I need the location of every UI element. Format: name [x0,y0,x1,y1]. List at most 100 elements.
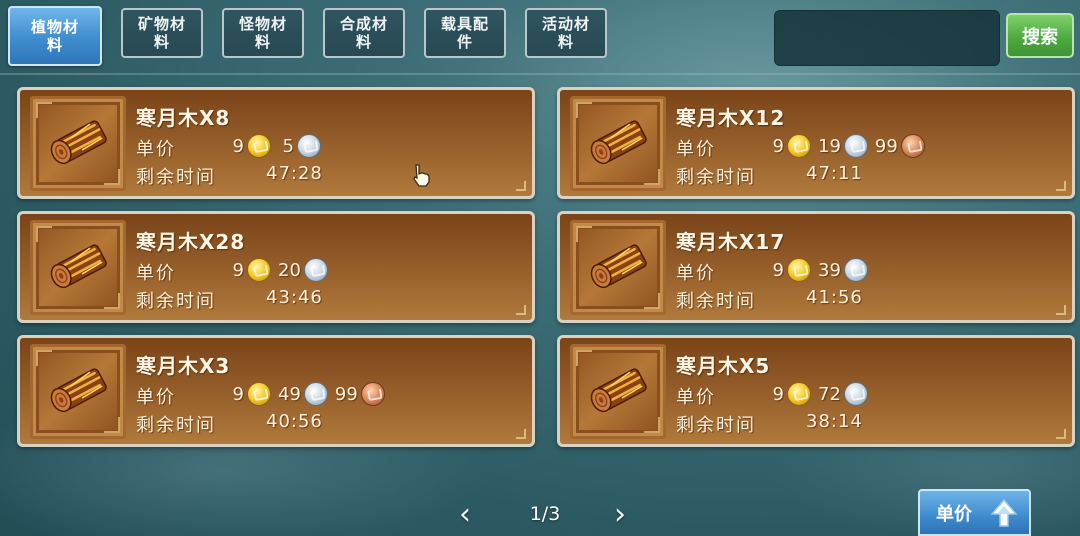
gold-coin-icon [787,382,811,406]
price-value: 9 19 99 [768,133,929,159]
gold-amount: 9 [232,135,244,157]
item-name: 寒月木X8 [136,106,231,130]
time-left-label: 剩余时间 [136,167,216,188]
gold-coin-icon [247,382,271,406]
listing-card[interactable]: 寒月木X17 单价 9 39 剩余时间 41:56 [557,211,1075,323]
item-name: 寒月木X28 [136,230,246,254]
tab-label: 料 [153,33,170,51]
hand-cursor-icon [413,164,430,187]
tab-label: 料 [254,33,271,51]
card-corner-decoration [516,429,526,439]
chevron-right-icon[interactable]: › [610,500,630,530]
price-value: 9 72 [768,381,872,407]
time-left-value: 47:28 [266,163,323,184]
copper-coin-icon [360,382,385,406]
tab-label: 活动材 [541,15,590,33]
price-value: 9 20 [228,257,332,283]
item-icon-frame [570,344,666,439]
tab-plant-materials[interactable]: 植物材料 [8,6,102,66]
time-left-label: 剩余时间 [676,167,756,188]
price-value: 9 5 [228,133,325,159]
tab-label: 植物材 [30,18,79,36]
price-value: 9 49 99 [228,381,389,407]
tab-label: 载具配 [440,15,489,33]
silver-amount: 5 [282,135,294,157]
time-left-value: 43:46 [266,287,323,308]
tab-monster-materials[interactable]: 怪物材料 [222,8,304,58]
tab-vehicle-parts[interactable]: 载具配件 [424,8,506,58]
tab-crafting-materials[interactable]: 合成材料 [323,8,405,58]
copper-coin-icon [900,134,925,158]
tab-label: 合成材 [339,15,388,33]
divider [0,73,1080,75]
item-name: 寒月木X3 [136,354,231,378]
page-indicator: 1/3 [529,503,561,525]
gold-coin-icon [247,134,271,158]
gold-amount: 9 [232,259,244,281]
item-icon-frame [570,220,666,315]
silver-amount: 19 [818,135,841,157]
search-button[interactable]: 搜索 [1006,13,1074,58]
silver-coin-icon [297,134,321,158]
item-icon-frame [30,96,126,191]
price-label: 单价 [136,139,176,160]
gold-amount: 9 [772,135,784,157]
price-label: 单价 [136,387,176,408]
time-left-label: 剩余时间 [136,415,216,436]
price-value: 9 39 [768,257,872,283]
price-label: 单价 [676,387,716,408]
silver-amount: 72 [818,383,841,405]
listing-card[interactable]: 寒月木X8 单价 9 5 剩余时间 47:28 [17,87,535,199]
card-corner-decoration [516,181,526,191]
item-name: 寒月木X12 [676,106,786,130]
card-corner-decoration [1056,429,1066,439]
time-left-label: 剩余时间 [676,415,756,436]
time-left-value: 40:56 [266,411,323,432]
time-left-label: 剩余时间 [676,291,756,312]
gold-coin-icon [247,258,271,282]
silver-coin-icon [843,134,868,158]
price-label: 单价 [676,139,716,160]
silver-amount: 20 [278,259,301,281]
copper-amount: 99 [874,135,898,157]
card-corner-decoration [1056,305,1066,315]
time-left-value: 38:14 [806,411,863,432]
listing-card[interactable]: 寒月木X3 单价 9 49 99 剩余时间 40:56 [17,335,535,447]
tab-label: 件 [456,33,473,51]
time-left-label: 剩余时间 [136,291,216,312]
search-input[interactable] [774,10,1000,66]
tab-label: 料 [355,33,372,51]
tab-event-materials[interactable]: 活动材料 [525,8,607,58]
sort-label: 单价 [936,503,972,525]
gold-amount: 9 [232,383,244,405]
listing-card[interactable]: 寒月木X28 单价 9 20 剩余时间 43:46 [17,211,535,323]
price-label: 单价 [676,263,716,284]
gold-coin-icon [787,134,811,158]
time-left-value: 47:11 [806,163,863,184]
gold-amount: 9 [772,259,784,281]
listing-card[interactable]: 寒月木X5 单价 9 72 剩余时间 38:14 [557,335,1075,447]
listing-card[interactable]: 寒月木X12 单价 9 19 99 剩余时间 47:11 [557,87,1075,199]
price-label: 单价 [136,263,176,284]
silver-coin-icon [303,382,328,406]
item-name: 寒月木X17 [676,230,786,254]
silver-amount: 39 [818,259,841,281]
item-name: 寒月木X5 [676,354,771,378]
silver-coin-icon [303,258,328,282]
item-icon-frame [570,96,666,191]
gold-coin-icon [787,258,811,282]
tab-mineral-materials[interactable]: 矿物材料 [121,8,203,58]
item-icon-frame [30,220,126,315]
item-icon-frame [30,344,126,439]
card-corner-decoration [516,305,526,315]
chevron-left-icon[interactable]: ‹ [455,500,475,530]
tab-label: 矿物材 [137,15,186,33]
gold-amount: 9 [772,383,784,405]
silver-coin-icon [843,382,868,406]
tab-label: 料 [557,33,574,51]
sort-by-price-button[interactable]: 单价 [918,489,1031,536]
card-corner-decoration [1056,181,1066,191]
silver-amount: 49 [278,383,301,405]
tab-label: 料 [46,36,63,54]
sort-arrow-up-icon [990,498,1018,527]
